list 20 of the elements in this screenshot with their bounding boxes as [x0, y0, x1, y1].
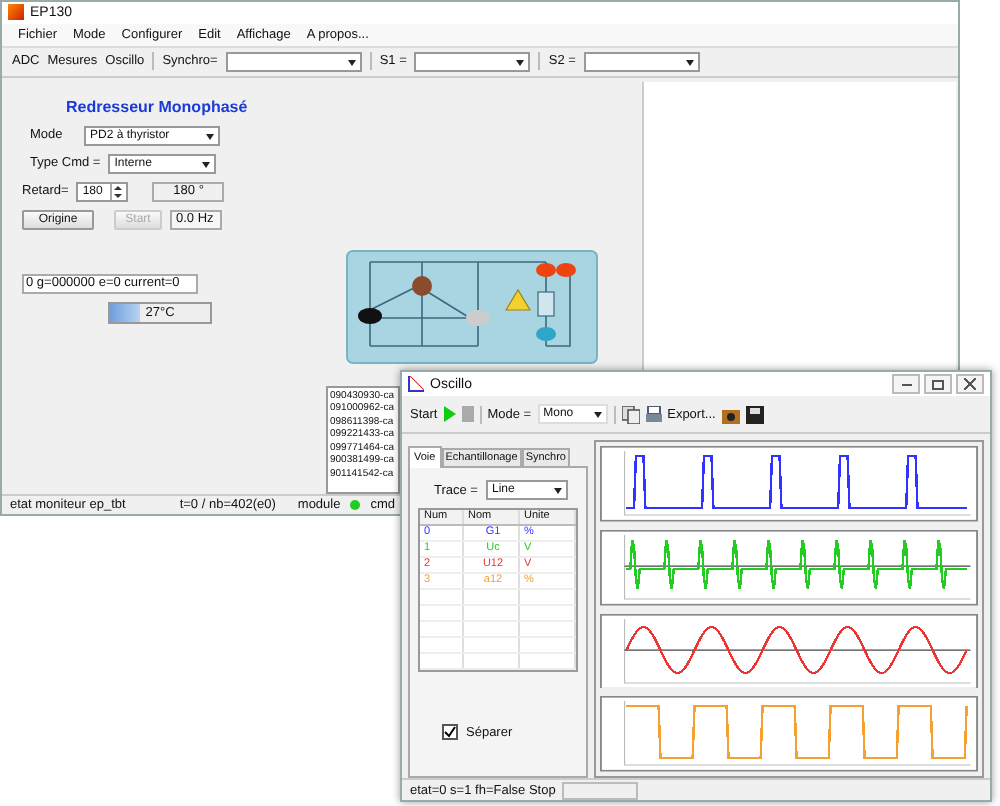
dropdown-arrow-icon[interactable] — [685, 59, 694, 66]
camera-icon[interactable] — [721, 405, 740, 423]
copy-icon[interactable] — [621, 405, 640, 423]
dropdown-arrow-icon[interactable] — [553, 488, 562, 494]
print-icon[interactable] — [645, 405, 662, 423]
save-icon[interactable] — [745, 405, 764, 423]
app-icon — [8, 4, 24, 21]
maximize-button[interactable] — [924, 374, 952, 394]
spin-arrows-icon[interactable] — [110, 183, 125, 200]
status-field — [561, 781, 638, 799]
dropdown-arrow-icon[interactable] — [593, 412, 602, 418]
dropdown-arrow-icon[interactable] — [347, 59, 356, 66]
separer-checkbox[interactable] — [442, 724, 458, 740]
panel-title: Redresseur Monophasé — [64, 97, 250, 116]
dropdown-arrow-icon[interactable] — [202, 161, 211, 168]
dropdown-arrow-icon[interactable] — [516, 59, 525, 66]
close-button[interactable] — [956, 374, 984, 394]
dropdown-arrow-icon[interactable] — [206, 133, 214, 140]
minimize-button[interactable] — [892, 374, 920, 394]
chart-icon — [408, 376, 424, 392]
